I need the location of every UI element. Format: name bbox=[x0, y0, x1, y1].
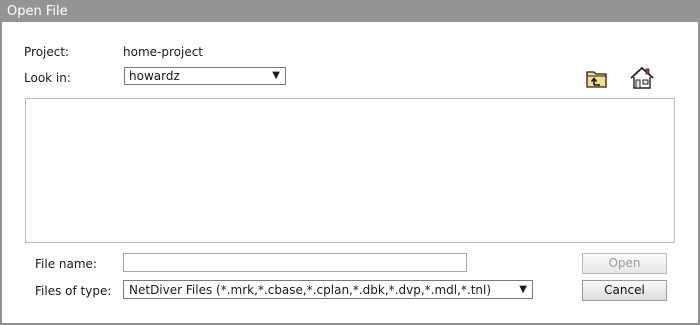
file-name-label: File name: bbox=[35, 257, 97, 271]
home-button[interactable] bbox=[629, 65, 654, 89]
dialog-title: Open File bbox=[0, 0, 700, 22]
files-of-type-value: NetDiver Files (*.mrk,*.cbase,*.cplan,*.… bbox=[129, 283, 492, 297]
open-button[interactable]: Open bbox=[582, 253, 667, 274]
dropdown-arrow-icon: ▼ bbox=[272, 70, 280, 81]
look-in-value: howardz bbox=[129, 69, 180, 83]
look-in-dropdown[interactable]: howardz ▼ bbox=[124, 67, 286, 85]
home-icon bbox=[630, 66, 654, 89]
up-folder-icon bbox=[586, 71, 607, 88]
open-file-dialog: Open File Project: home-project Look in:… bbox=[0, 0, 700, 325]
files-of-type-label: Files of type: bbox=[35, 284, 112, 298]
files-of-type-dropdown[interactable]: NetDiver Files (*.mrk,*.cbase,*.cplan,*.… bbox=[123, 280, 533, 299]
project-name: home-project bbox=[123, 45, 203, 59]
up-folder-button[interactable] bbox=[585, 66, 609, 90]
file-list[interactable] bbox=[25, 98, 675, 243]
file-name-input[interactable] bbox=[123, 253, 467, 272]
dropdown-arrow-icon: ▼ bbox=[519, 284, 527, 295]
cancel-button[interactable]: Cancel bbox=[582, 280, 667, 301]
look-in-label: Look in: bbox=[24, 71, 71, 85]
project-label: Project: bbox=[24, 45, 70, 59]
